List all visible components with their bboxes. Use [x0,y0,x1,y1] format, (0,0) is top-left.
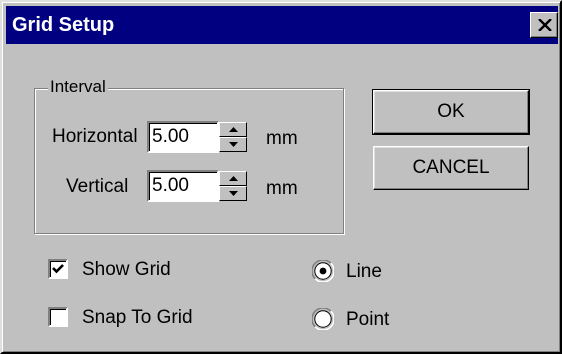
vertical-spin-up-button[interactable] [219,171,247,186]
horizontal-unit: mm [266,128,298,149]
window-title: Grid Setup [12,14,115,36]
point-radio[interactable] [312,308,334,330]
interval-group-label: Interval [48,77,108,97]
title-bar[interactable]: Grid Setup [6,6,558,44]
horizontal-field[interactable] [147,121,219,153]
vertical-field[interactable] [147,170,219,202]
show-grid-checkbox[interactable] [48,259,68,279]
show-grid-label[interactable]: Show Grid [82,259,171,281]
radio-selected-dot-icon [319,267,327,275]
line-radio-label[interactable]: Line [346,261,382,283]
interval-group [34,88,344,234]
cancel-button[interactable]: CANCEL [373,146,529,190]
spin-up-arrow-icon [229,176,238,181]
vertical-spinner[interactable] [219,171,247,201]
horizontal-label: Horizontal [52,126,138,147]
spin-down-arrow-icon [229,191,238,196]
snap-to-grid-label[interactable]: Snap To Grid [82,307,193,329]
ok-button[interactable]: OK [372,89,530,135]
spin-down-arrow-icon [229,142,238,147]
vertical-spin-down-button[interactable] [219,186,247,201]
point-radio-label[interactable]: Point [346,309,389,331]
spin-up-arrow-icon [229,127,238,132]
horizontal-spin-down-button[interactable] [219,137,247,152]
line-radio[interactable] [312,260,334,282]
horizontal-input[interactable] [152,126,214,148]
horizontal-spinner[interactable] [219,122,247,152]
checkmark-icon [52,264,64,274]
horizontal-spin-up-button[interactable] [219,122,247,137]
vertical-label: Vertical [66,176,129,197]
vertical-unit: mm [266,178,298,199]
vertical-input[interactable] [152,175,214,197]
close-icon [538,19,552,31]
snap-to-grid-checkbox[interactable] [48,307,68,327]
close-button[interactable] [530,12,558,38]
